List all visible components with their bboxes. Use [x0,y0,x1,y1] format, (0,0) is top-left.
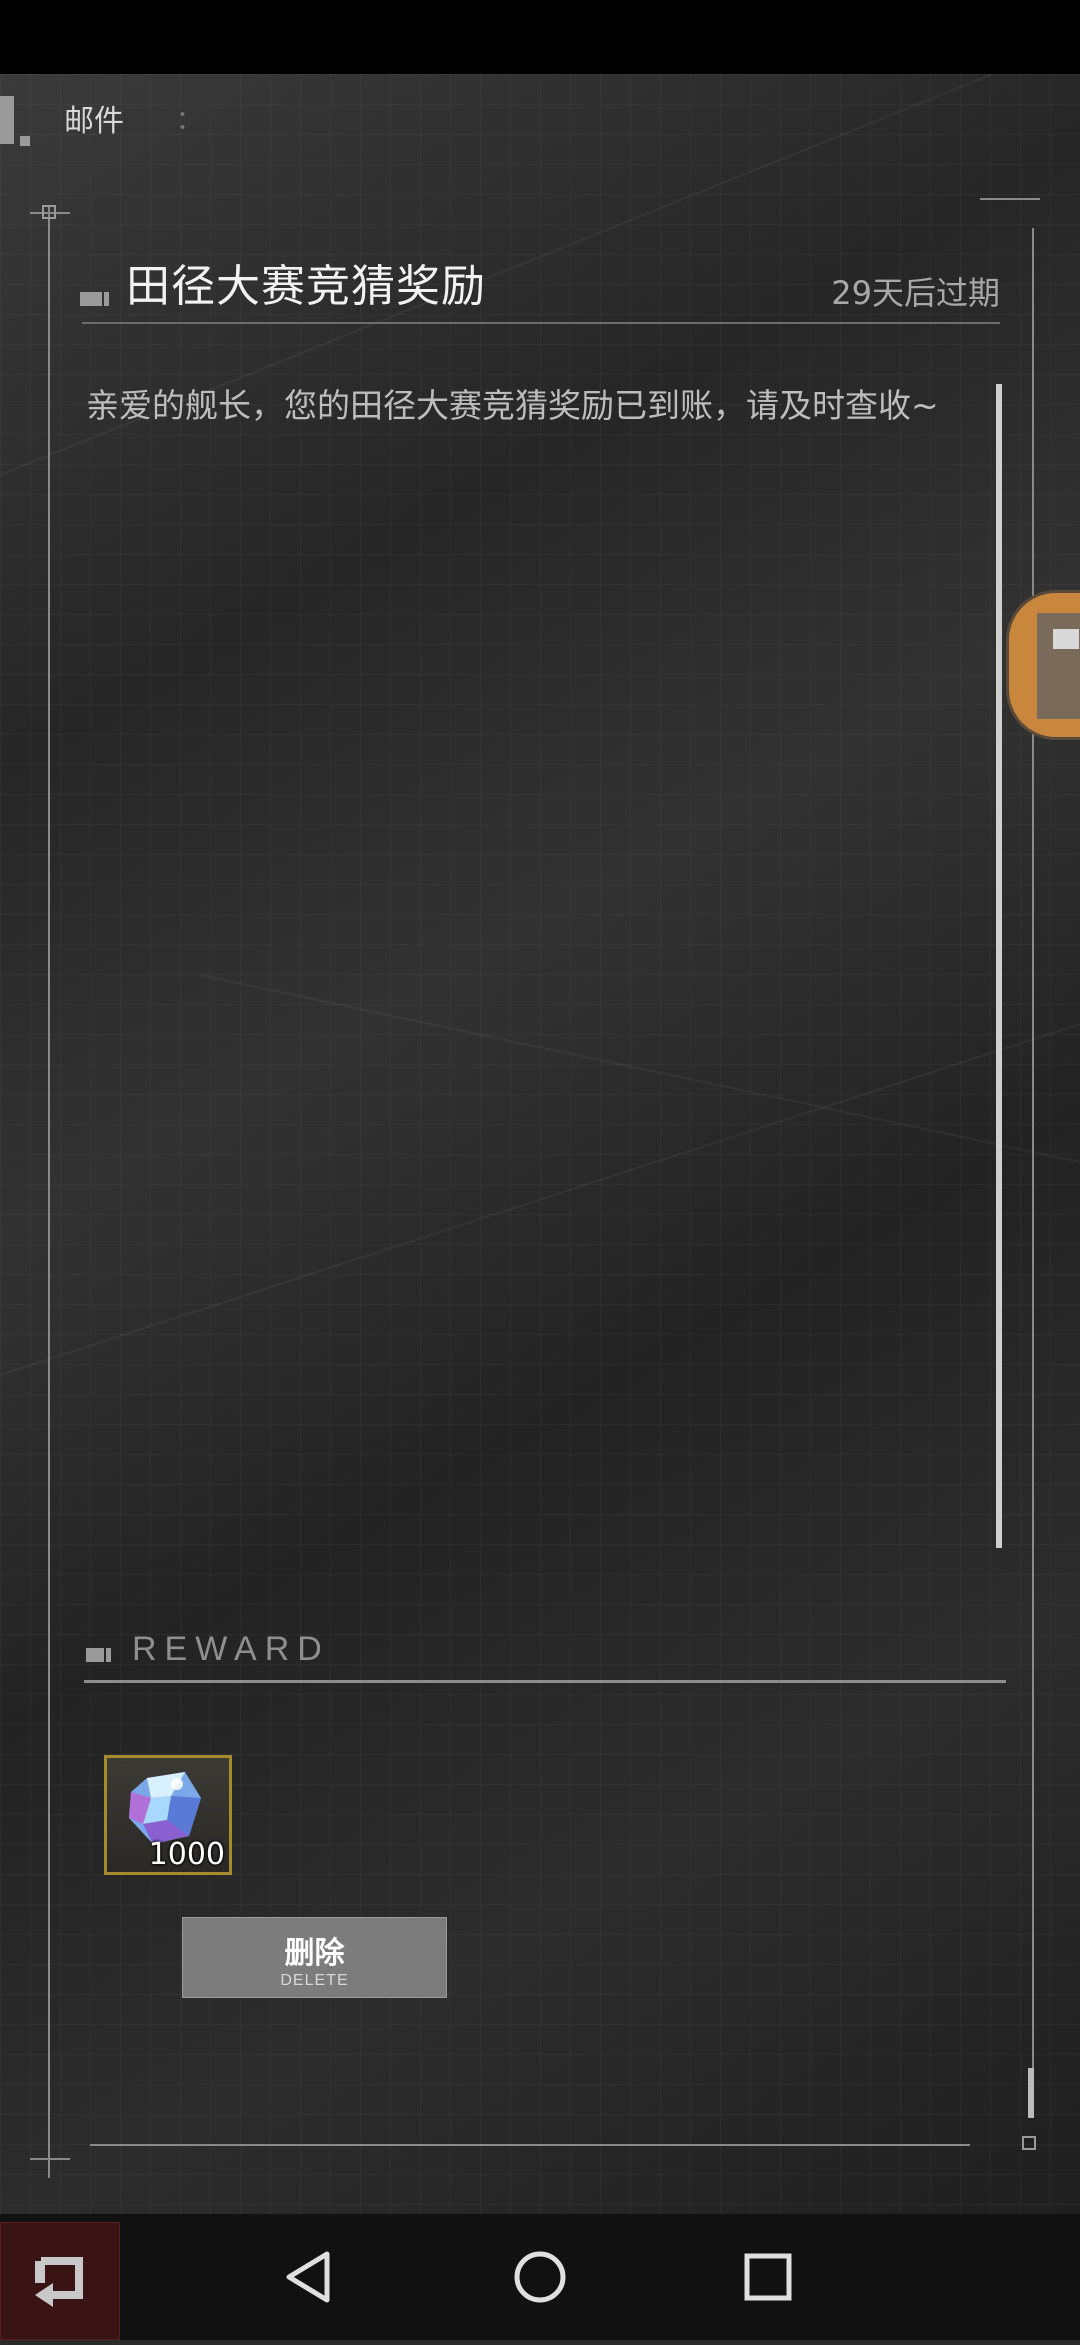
mail-expiry: 29天后过期 [831,274,1000,312]
delete-button[interactable]: 删除 DELETE [182,1917,447,1998]
mail-title: 田径大赛竞猜奖励 [126,261,486,312]
nav-recents-button[interactable] [733,2242,803,2312]
reward-divider [84,1680,1006,1683]
floating-assistant-icon[interactable] [1006,590,1080,740]
reward-marker [86,1648,104,1662]
mail-body: 亲爱的舰长，您的田径大赛竞猜奖励已到账，请及时查收~ [86,386,939,425]
frame-left-line [48,206,50,2178]
mail-body-scrollbar[interactable] [996,384,1002,1548]
header-tab-mark [20,136,30,146]
delete-button-label: 删除 [284,1936,345,1971]
return-button[interactable] [0,2222,120,2340]
frame-corner-top-left [42,205,56,219]
status-bar [0,0,1080,74]
reward-marker [106,1648,111,1662]
frame-corner-bottom-right [1022,2136,1036,2150]
title-divider [82,322,1000,324]
frame-right-line [1032,228,1034,2118]
delete-button-sublabel: DELETE [280,1972,349,1989]
reward-item[interactable]: 1000 [104,1755,232,1875]
header-tab-mark [0,96,14,144]
frame-right-accent [1028,2068,1034,2118]
title-marker [104,292,109,306]
back-icon [35,2257,83,2307]
square-recents-icon [744,2253,792,2301]
reward-label: REWARD [132,1630,330,1668]
nav-back-button[interactable] [275,2242,345,2312]
nav-home-button[interactable] [505,2242,575,2312]
title-marker [80,292,102,306]
circle-home-icon [514,2251,566,2303]
frame-top-right-line [980,198,1040,200]
frame-bottom-line [90,2144,970,2146]
frame-bottom-left-tick [30,2158,70,2160]
reward-item-count: 1000 [148,1837,225,1872]
assistant-face [1053,629,1079,649]
triangle-back-icon [286,2251,330,2303]
